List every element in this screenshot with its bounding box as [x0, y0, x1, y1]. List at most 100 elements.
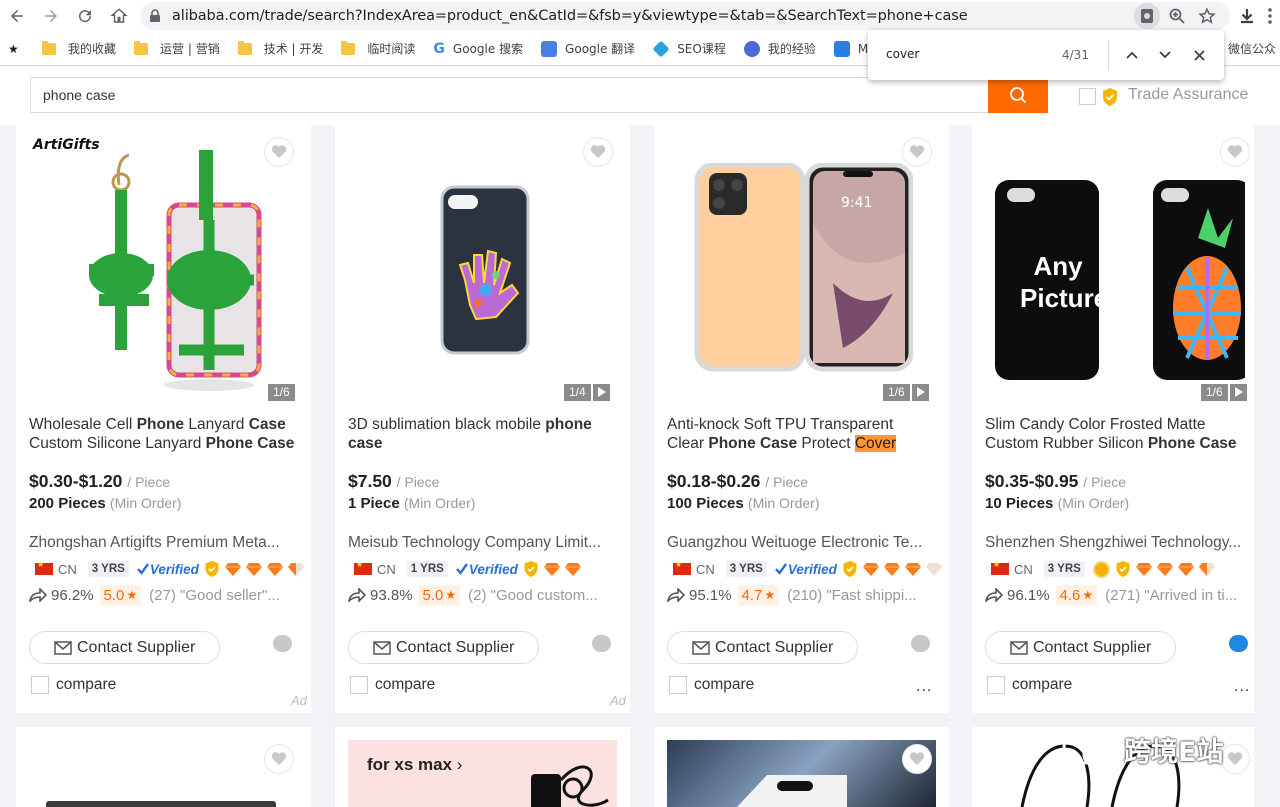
diamond-icon	[1156, 562, 1173, 576]
arrow-right-icon	[45, 10, 57, 22]
product-card[interactable]	[16, 727, 311, 807]
supplier-name[interactable]: Meisub Technology Company Limit...	[348, 534, 601, 552]
star-icon: ★	[445, 587, 457, 602]
contact-supplier-button[interactable]: Contact Supplier	[985, 631, 1176, 664]
download-button[interactable]	[1235, 4, 1259, 28]
supplier-badges: CN 3 YRS Verified	[673, 560, 942, 578]
favorite-button[interactable]	[264, 744, 294, 774]
find-close-button[interactable]	[1187, 43, 1211, 67]
bookmark-seo[interactable]: SEO课程	[652, 40, 726, 57]
review-snippet[interactable]: (27) "Good seller"...	[149, 587, 280, 604]
contact-supplier-button[interactable]: Contact Supplier	[348, 631, 539, 664]
trade-assurance-checkbox[interactable]	[1079, 88, 1096, 105]
product-card[interactable]: ArtiGifts 1/6 Wholesale Cell Phone Lanya…	[16, 125, 311, 713]
diamond-icon	[904, 562, 921, 576]
compare-checkbox[interactable]	[987, 676, 1005, 694]
find-input[interactable]: cover	[886, 47, 1036, 61]
product-card[interactable]: 1/4 3D sublimation black mobile phone ca…	[335, 125, 630, 713]
product-title[interactable]: 3D sublimation black mobile phone case	[348, 415, 620, 453]
zoom-icon	[1169, 8, 1185, 24]
chevron-down-icon	[1159, 51, 1171, 59]
title-keyword: Phone Case	[205, 435, 295, 452]
bookmark-folder[interactable]: 技术 | 开发	[237, 40, 323, 57]
bookmark-folder[interactable]: 临时阅读	[341, 40, 415, 57]
browser-menu-button[interactable]	[1262, 4, 1278, 28]
bookmark-folder[interactable]: 运营 | 营销	[134, 40, 220, 57]
bookmark-google-search[interactable]: G Google 搜索	[433, 40, 523, 57]
find-in-page-button[interactable]	[1134, 3, 1160, 29]
product-card[interactable]: 9:41 1/6 Anti-knock Soft TPU Transparent…	[654, 125, 949, 713]
favorite-button[interactable]	[264, 137, 294, 167]
title-segment: Wholesale Cell	[29, 416, 137, 433]
chat-status-icon[interactable]	[592, 635, 611, 652]
reload-button[interactable]	[68, 0, 102, 32]
more-options-button[interactable]: ...	[1234, 678, 1250, 696]
product-title[interactable]: Slim Candy Color Frosted Matte Custom Ru…	[985, 415, 1250, 453]
bookmark-experience[interactable]: 我的经验	[743, 40, 816, 57]
chat-status-icon[interactable]	[911, 635, 930, 652]
bookmark-folder[interactable]: 我的收藏	[42, 40, 116, 57]
product-image[interactable]	[348, 125, 617, 400]
contact-supplier-button[interactable]: Contact Supplier	[667, 631, 858, 664]
product-title[interactable]: Wholesale Cell Phone Lanyard Case Custom…	[29, 415, 301, 453]
favorite-button[interactable]	[902, 137, 932, 167]
bookmark-m[interactable]: M	[833, 40, 868, 57]
image-counter: 1/4	[564, 383, 610, 401]
verified-badge[interactable]: Verified	[136, 562, 199, 577]
verified-badge[interactable]: Verified	[774, 562, 837, 577]
banner-label: for xs max	[367, 755, 453, 774]
more-options-button[interactable]: ...	[916, 678, 932, 696]
product-image[interactable]: Any Picture	[985, 125, 1245, 400]
find-next-button[interactable]	[1153, 43, 1177, 67]
video-play-icon[interactable]	[911, 383, 929, 401]
address-bar[interactable]: alibaba.com/trade/search?IndexArea=produ…	[140, 2, 1230, 30]
banner-text: for xs max ›	[367, 755, 462, 775]
find-previous-button[interactable]	[1120, 43, 1144, 67]
moq-value: 200 Pieces	[29, 495, 106, 512]
review-snippet[interactable]: (210) "Fast shippi...	[787, 587, 917, 604]
contact-supplier-button[interactable]: Contact Supplier	[29, 631, 220, 664]
product-image[interactable]	[667, 740, 936, 807]
zoom-button[interactable]	[1164, 3, 1190, 29]
video-play-icon[interactable]	[1229, 383, 1247, 401]
supplier-name[interactable]: Guangzhou Weituoge Electronic Te...	[667, 534, 922, 552]
chat-online-icon[interactable]	[1229, 635, 1248, 652]
bookmark-star-button[interactable]	[1194, 3, 1220, 29]
title-segment: Clear	[667, 435, 709, 452]
chat-status-icon[interactable]	[273, 635, 292, 652]
heart-icon	[271, 145, 287, 158]
product-image[interactable]: 9:41	[667, 125, 936, 400]
compare-checkbox[interactable]	[669, 676, 687, 694]
response-rate-icon	[667, 588, 685, 602]
home-button[interactable]	[102, 0, 136, 32]
product-title[interactable]: Anti-knock Soft TPU Transparent Clear Ph…	[667, 415, 942, 453]
verified-badge[interactable]: Verified	[455, 562, 518, 577]
clear-case-illustration: 9:41	[694, 163, 913, 372]
rating-value: 5.0	[103, 586, 125, 604]
review-snippet[interactable]: (2) "Good custom...	[468, 587, 598, 604]
product-card[interactable]	[654, 727, 949, 807]
favorite-button[interactable]	[583, 137, 613, 167]
product-image[interactable]: for xs max ›	[348, 740, 617, 807]
compare-checkbox[interactable]	[31, 676, 49, 694]
search-button[interactable]	[988, 77, 1048, 113]
product-card[interactable]: Any Picture 1/6 Slim Candy Color Frosted…	[972, 125, 1254, 713]
back-button[interactable]	[0, 0, 34, 32]
search-input[interactable]: phone case	[30, 77, 990, 113]
video-play-icon[interactable]	[592, 383, 610, 401]
bookmark-google-translate[interactable]: Google 翻译	[541, 40, 635, 57]
favorite-button[interactable]	[1220, 137, 1250, 167]
favorite-button[interactable]	[902, 744, 932, 774]
forward-button[interactable]	[34, 0, 68, 32]
product-card[interactable]: for xs max ›	[335, 727, 630, 807]
google-icon: G	[433, 40, 445, 57]
supplier-name[interactable]: Shenzhen Shengzhiwei Technology...	[985, 534, 1241, 552]
bookmark-label: Google 搜索	[452, 42, 524, 56]
favorite-button[interactable]	[1220, 744, 1250, 774]
review-snippet[interactable]: (271) "Arrived in ti...	[1105, 587, 1237, 604]
compare-checkbox[interactable]	[350, 676, 368, 694]
bookmark-wechat[interactable]: 微信公众	[1228, 40, 1276, 57]
supplier-name[interactable]: Zhongshan Artigifts Premium Meta...	[29, 534, 280, 552]
product-image[interactable]: ArtiGifts	[29, 125, 298, 400]
china-flag-icon	[354, 560, 372, 575]
